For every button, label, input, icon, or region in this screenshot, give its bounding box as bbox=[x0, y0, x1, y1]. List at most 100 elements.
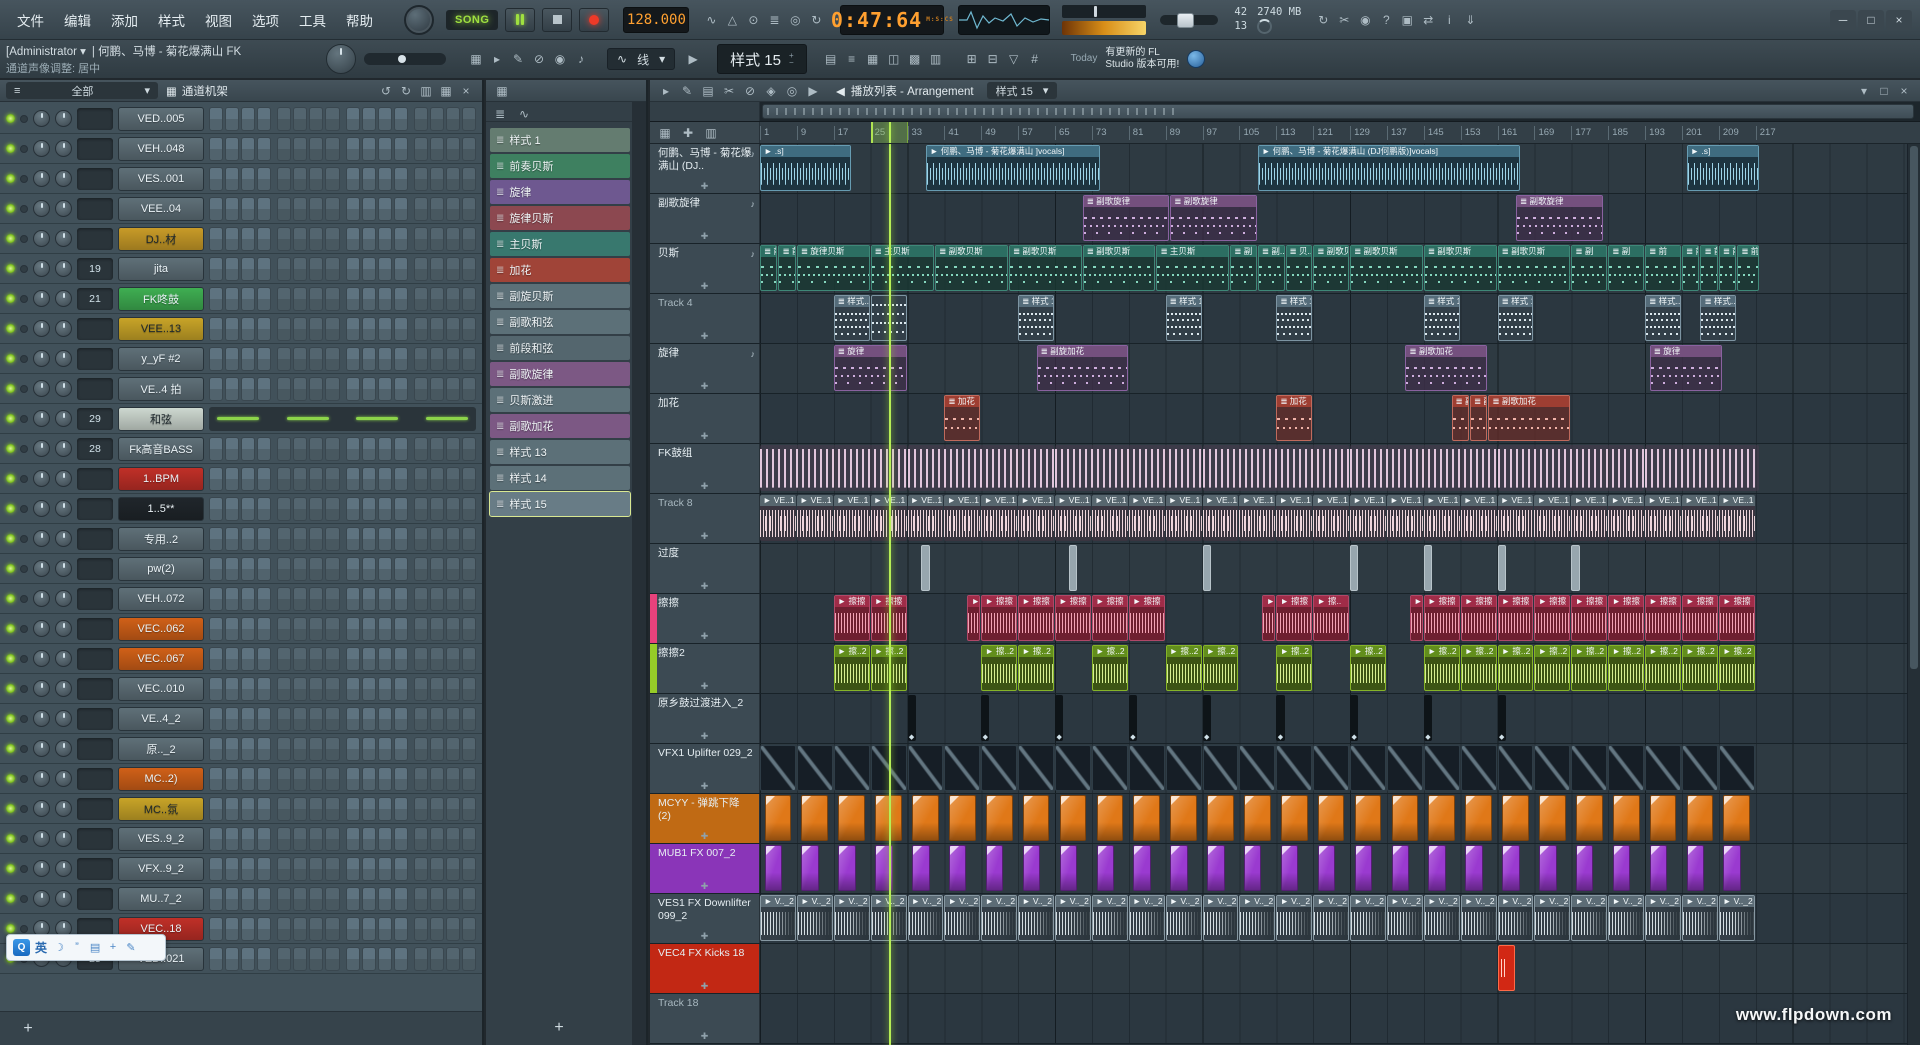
step-cell[interactable] bbox=[394, 317, 408, 341]
channel-row[interactable]: MC..氛 bbox=[0, 794, 482, 824]
step-cell[interactable] bbox=[430, 737, 444, 761]
step-cell[interactable] bbox=[446, 857, 460, 881]
step-sequencer[interactable] bbox=[209, 257, 476, 281]
step-cell[interactable] bbox=[394, 767, 408, 791]
step-cell[interactable] bbox=[293, 497, 307, 521]
step-cell[interactable] bbox=[378, 197, 392, 221]
step-cell[interactable] bbox=[462, 317, 476, 341]
horizontal-scrollbar[interactable] bbox=[762, 104, 1914, 119]
step-cell[interactable] bbox=[293, 557, 307, 581]
step-cell[interactable] bbox=[346, 947, 360, 971]
step-cell[interactable] bbox=[277, 647, 291, 671]
download-icon[interactable]: ⇓ bbox=[1460, 10, 1480, 30]
clip[interactable]: ► V.._2 bbox=[1424, 895, 1460, 941]
step-cell[interactable] bbox=[378, 827, 392, 851]
step-cell[interactable] bbox=[293, 737, 307, 761]
track-controls-icon[interactable]: ✚ bbox=[701, 731, 709, 742]
step-cell[interactable] bbox=[257, 917, 271, 941]
step-cell[interactable] bbox=[293, 887, 307, 911]
step-cell[interactable] bbox=[225, 317, 239, 341]
track-tools-icon[interactable]: ▦ bbox=[655, 123, 675, 143]
clip[interactable]: ≣ 主贝斯 bbox=[871, 245, 935, 291]
channel-led[interactable] bbox=[6, 234, 15, 243]
jog-wheel[interactable] bbox=[404, 5, 434, 35]
clip[interactable]: ► 擦擦 bbox=[1571, 595, 1607, 641]
track-controls-icon[interactable]: ✚ bbox=[701, 781, 709, 792]
clip[interactable] bbox=[1133, 845, 1150, 891]
step-cell[interactable] bbox=[325, 647, 339, 671]
step-cell[interactable] bbox=[277, 887, 291, 911]
channel-row[interactable]: VEC..062 bbox=[0, 614, 482, 644]
snap-selector[interactable]: ∿ 线 ▾ bbox=[607, 48, 675, 70]
clip[interactable]: ► 擦擦 bbox=[1018, 595, 1054, 641]
channel-mute-dot[interactable] bbox=[20, 415, 28, 423]
mute-icon[interactable]: ⊘ bbox=[740, 81, 760, 101]
step-cell[interactable] bbox=[346, 107, 360, 131]
clip[interactable]: ► V.._2 bbox=[760, 895, 796, 941]
step-sequencer[interactable] bbox=[209, 887, 476, 911]
clip[interactable] bbox=[1055, 745, 1091, 791]
step-cell[interactable] bbox=[277, 617, 291, 641]
pattern-item[interactable]: ≣前奏贝斯 bbox=[490, 154, 630, 178]
step-cell[interactable] bbox=[446, 317, 460, 341]
clip[interactable]: ► 擦擦 bbox=[1129, 595, 1165, 641]
menu-样式[interactable]: 样式 bbox=[149, 7, 194, 33]
step-cell[interactable] bbox=[325, 467, 339, 491]
channel-row[interactable]: VEH..072 bbox=[0, 584, 482, 614]
clip[interactable]: ≣ 样式..5 bbox=[834, 295, 870, 341]
step-cell[interactable] bbox=[309, 917, 323, 941]
ime-toolbar[interactable]: Q 英 ☽”▤+✎ bbox=[6, 934, 166, 961]
step-cell[interactable] bbox=[346, 857, 360, 881]
channel-mute-dot[interactable] bbox=[20, 865, 28, 873]
step-sequencer[interactable] bbox=[209, 737, 476, 761]
clip[interactable]: ► V.._2 bbox=[1313, 895, 1349, 941]
step-cell[interactable] bbox=[241, 737, 255, 761]
step-cell[interactable] bbox=[346, 767, 360, 791]
clip[interactable]: ≣ 贝.. bbox=[1286, 245, 1313, 291]
clip[interactable]: ► VE..1 bbox=[834, 495, 870, 541]
channel-button[interactable]: VED..005 bbox=[118, 107, 204, 131]
pan-knob[interactable] bbox=[33, 680, 50, 697]
channel-row[interactable]: MC..2) bbox=[0, 764, 482, 794]
channel-led[interactable] bbox=[6, 384, 15, 393]
pan-knob[interactable] bbox=[33, 800, 50, 817]
clip[interactable] bbox=[1576, 795, 1603, 841]
channel-led[interactable] bbox=[6, 744, 15, 753]
step-cell[interactable] bbox=[325, 257, 339, 281]
step-cell[interactable] bbox=[462, 827, 476, 851]
step-cell[interactable] bbox=[225, 497, 239, 521]
clip[interactable] bbox=[1244, 795, 1271, 841]
pattern-item[interactable]: ≣前段和弦 bbox=[490, 336, 630, 360]
clip[interactable]: ► 擦擦 bbox=[1534, 595, 1570, 641]
track-controls-icon[interactable]: ✚ bbox=[701, 581, 709, 592]
step-cell[interactable] bbox=[414, 137, 428, 161]
step-cell[interactable] bbox=[346, 227, 360, 251]
channel-button[interactable]: MU..7_2 bbox=[118, 887, 204, 911]
clip[interactable]: ► 擦..2 bbox=[1719, 645, 1755, 691]
clip[interactable]: ► 擦..2 bbox=[1350, 645, 1386, 691]
playlist-ruler[interactable]: ▦✚▥ 191725334149576573818997105113121129… bbox=[650, 122, 1920, 144]
channel-row[interactable]: VEE..04 bbox=[0, 194, 482, 224]
pattern-item[interactable]: ≣副歌和弦 bbox=[490, 310, 630, 334]
step-cell[interactable] bbox=[277, 437, 291, 461]
clip[interactable]: ► 擦擦 bbox=[1682, 595, 1718, 641]
step-cell[interactable] bbox=[241, 617, 255, 641]
step-cell[interactable] bbox=[462, 947, 476, 971]
clip[interactable] bbox=[1687, 795, 1714, 841]
step-cell[interactable] bbox=[209, 647, 223, 671]
clip[interactable]: ► V.._2 bbox=[1203, 895, 1239, 941]
step-cell[interactable] bbox=[241, 767, 255, 791]
channel-row[interactable]: 1..5** bbox=[0, 494, 482, 524]
clip[interactable] bbox=[1571, 745, 1607, 791]
clip[interactable]: ≣ 前 bbox=[1645, 245, 1681, 291]
step-cell[interactable] bbox=[394, 347, 408, 371]
step-cell[interactable] bbox=[430, 107, 444, 131]
channel-mute-dot[interactable] bbox=[20, 625, 28, 633]
picker-icon[interactable]: ▤ bbox=[821, 49, 841, 69]
step-cell[interactable] bbox=[225, 947, 239, 971]
step-cell[interactable] bbox=[241, 197, 255, 221]
tools-icon[interactable]: ✎ bbox=[124, 941, 138, 954]
step-cell[interactable] bbox=[325, 377, 339, 401]
channel-row[interactable]: 1..BPM bbox=[0, 464, 482, 494]
track-controls-icon[interactable]: ✚ bbox=[701, 431, 709, 442]
